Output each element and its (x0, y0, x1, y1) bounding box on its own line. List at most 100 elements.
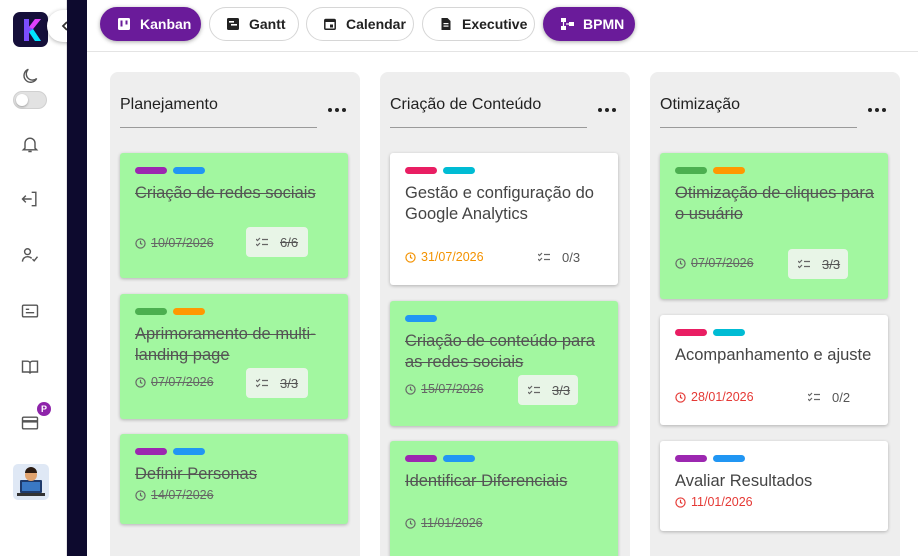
checklist-icon (256, 237, 268, 247)
view-tabs-bar: Kanban Gantt Calendar Executive BPMN (87, 0, 918, 52)
task-card[interactable]: Otimização de cliques para o usuário 07/… (660, 153, 888, 299)
clock-icon (675, 496, 686, 508)
due-date-text: 14/07/2026 (151, 488, 214, 502)
card-tags (135, 167, 211, 174)
clock-icon (675, 391, 686, 403)
task-card[interactable]: Avaliar Resultados 11/01/2026 (660, 441, 888, 531)
card-due-date: 14/07/2026 (135, 488, 214, 502)
tag-blue (173, 167, 205, 174)
checklist-icon (528, 385, 540, 395)
due-date-text: 11/01/2026 (691, 495, 753, 509)
checklist-count: 3/3 (552, 382, 571, 398)
card-title: Otimização de cliques para o usuário (675, 184, 875, 223)
checklist-badge[interactable]: 3/3 (246, 368, 308, 398)
card-title: Gestão e configuração do Google Analytic… (405, 184, 594, 223)
card-due-date: 31/07/2026 (405, 250, 484, 264)
column-divider (660, 127, 857, 128)
checklist-badge[interactable]: 0/3 (528, 242, 588, 272)
sidebar: P (0, 0, 67, 556)
column-title: Criação de Conteúdo (390, 96, 542, 113)
checklist-icon (256, 378, 268, 388)
card-title: Aprimoramento de multi-landing page (135, 325, 316, 364)
tab-bpmn[interactable]: BPMN (543, 7, 635, 41)
tab-executive[interactable]: Executive (422, 7, 535, 41)
checklist-badge[interactable]: 6/6 (246, 227, 308, 257)
tag-blue (443, 455, 475, 462)
tag-cyan (713, 329, 745, 336)
moon-icon[interactable] (18, 64, 42, 88)
checklist-badge[interactable]: 3/3 (788, 249, 848, 279)
task-card[interactable]: Identificar Diferenciais 11/01/2026 (390, 441, 618, 556)
tab-label: Kanban (140, 16, 192, 32)
clock-icon (405, 383, 416, 395)
column-divider (390, 127, 587, 128)
column-menu-icon[interactable] (598, 108, 616, 114)
card-due-date: 07/07/2026 (675, 256, 754, 270)
task-card[interactable]: Aprimoramento de multi-landing page 07/0… (120, 294, 348, 419)
tab-label: Executive (462, 16, 528, 32)
tag-cyan (443, 167, 475, 174)
flow-diagram-icon (560, 17, 574, 31)
logout-icon[interactable] (18, 187, 42, 211)
column-menu-icon[interactable] (868, 108, 886, 114)
due-date-text: 15/07/2026 (421, 382, 484, 396)
avatar[interactable] (13, 464, 49, 500)
checklist-icon (808, 392, 820, 402)
tab-kanban[interactable]: Kanban (100, 7, 201, 41)
checklist-badge[interactable]: 0/2 (798, 382, 858, 412)
checklist-icon (798, 259, 810, 269)
card-tags (675, 167, 751, 174)
card-title: Definir Personas (135, 465, 257, 483)
task-card[interactable]: Definir Personas 14/07/2026 (120, 434, 348, 524)
kanban-column: Criação de Conteúdo Gestão e configuraçã… (380, 72, 630, 556)
card-due-date: 07/07/2026 (135, 375, 214, 389)
book-icon[interactable] (18, 355, 42, 379)
tag-orange (173, 308, 205, 315)
card-tags (405, 167, 481, 174)
tab-calendar[interactable]: Calendar (306, 7, 414, 41)
column-title: Otimização (660, 96, 741, 113)
due-date-text: 31/07/2026 (421, 250, 484, 264)
app-logo[interactable] (13, 12, 48, 47)
task-card[interactable]: Criação de conteúdo para as redes sociai… (390, 301, 618, 426)
kanban-icon (117, 17, 131, 31)
column-title: Planejamento (120, 96, 218, 113)
checklist-badge[interactable]: 3/3 (518, 375, 578, 405)
user-check-icon[interactable] (18, 243, 42, 267)
card-title: Criação de redes sociais (135, 184, 316, 202)
task-card[interactable]: Acompanhamento e ajuste 28/01/2026 0/2 (660, 315, 888, 425)
checklist-count: 3/3 (822, 256, 841, 272)
column-menu-icon[interactable] (328, 108, 346, 114)
dark-mode-toggle[interactable] (13, 91, 47, 109)
tag-purple (135, 448, 167, 455)
due-date-text: 07/07/2026 (151, 375, 214, 389)
toggle-knob (16, 94, 28, 106)
kanban-column: Planejamento Criação de redes sociais 10… (110, 72, 360, 556)
task-card[interactable]: Criação de redes sociais 10/07/2026 6/6 (120, 153, 348, 278)
checklist-count: 3/3 (280, 375, 299, 391)
card-due-date: 15/07/2026 (405, 382, 484, 396)
bell-icon[interactable] (18, 132, 42, 156)
card-tags (675, 329, 751, 336)
card-due-date: 28/01/2026 (675, 390, 754, 404)
tag-purple (135, 167, 167, 174)
card-title: Avaliar Resultados (675, 472, 813, 490)
tab-label: Calendar (346, 16, 406, 32)
kanban-column: Otimização Otimização de cliques para o … (650, 72, 900, 556)
card-tags (405, 455, 481, 462)
card-due-date: 11/01/2026 (675, 495, 753, 509)
due-date-text: 07/07/2026 (691, 256, 754, 270)
credit-card-icon[interactable] (18, 411, 42, 435)
card-tags (405, 315, 443, 322)
id-card-icon[interactable] (18, 299, 42, 323)
tag-green (135, 308, 167, 315)
task-card[interactable]: Gestão e configuração do Google Analytic… (390, 153, 618, 285)
checklist-icon (538, 252, 550, 262)
plan-badge: P (37, 402, 51, 416)
tag-purple (405, 455, 437, 462)
tab-gantt[interactable]: Gantt (209, 7, 299, 41)
card-tags (675, 455, 751, 462)
tag-green (675, 167, 707, 174)
tab-label: BPMN (583, 16, 625, 32)
card-title: Criação de conteúdo para as redes sociai… (405, 332, 595, 371)
